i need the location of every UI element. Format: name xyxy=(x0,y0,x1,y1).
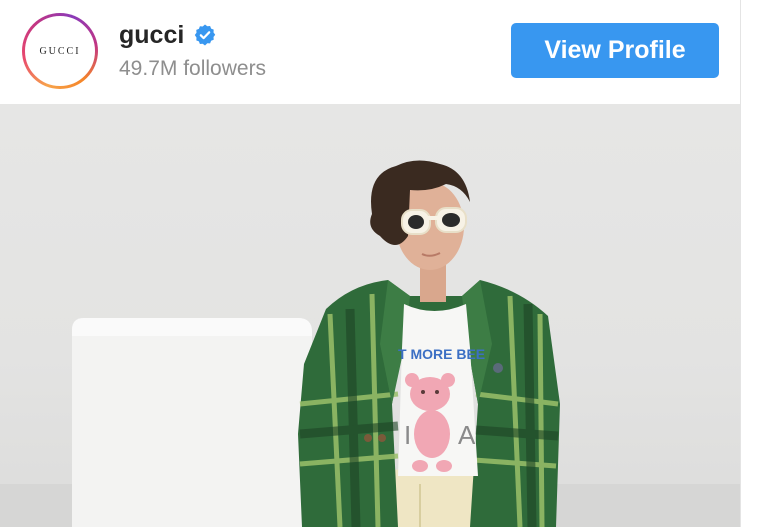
avatar[interactable]: GUCCI xyxy=(25,16,95,86)
profile-header: GUCCI gucci 49.7M followers View Profile xyxy=(0,0,740,104)
view-profile-button[interactable]: View Profile xyxy=(511,23,719,78)
username[interactable]: gucci xyxy=(119,20,184,50)
verified-badge-icon xyxy=(195,24,216,46)
white-bench xyxy=(72,318,312,527)
svg-text:A: A xyxy=(458,420,476,450)
page-gutter xyxy=(740,0,782,527)
instagram-embed: GUCCI gucci 49.7M followers View Profile xyxy=(0,0,782,527)
avatar-logo-text: GUCCI xyxy=(39,45,81,57)
shirt-print-text: T MORE BEE xyxy=(398,346,485,362)
post-image[interactable]: T MORE BEE I A xyxy=(0,104,740,527)
bench-top xyxy=(72,318,312,336)
avatar-story-ring[interactable]: GUCCI xyxy=(22,13,98,89)
followers-count: 49.7M followers xyxy=(119,57,267,80)
svg-text:I: I xyxy=(404,420,411,450)
brooch xyxy=(493,363,503,373)
username-row: gucci xyxy=(119,20,217,50)
post-photo-illustration: T MORE BEE I A xyxy=(0,160,740,527)
